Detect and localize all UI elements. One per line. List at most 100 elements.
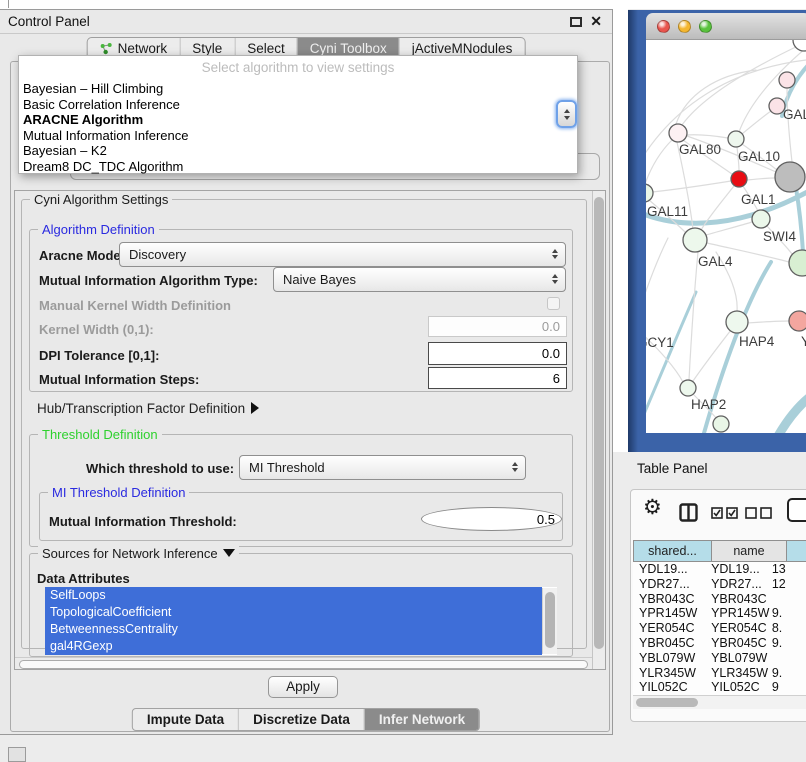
column-header-shared[interactable]: shared...: [633, 540, 712, 562]
algorithm-option-list: Bayesian – Hill ClimbingBasic Correlatio…: [19, 81, 577, 175]
column-header-name[interactable]: name: [712, 540, 787, 562]
apply-button[interactable]: Apply: [268, 676, 338, 698]
mi-steps-field[interactable]: [428, 367, 567, 389]
table-row[interactable]: YBR043CYBR043C: [633, 592, 806, 607]
table-row[interactable]: YER054CYER054C8.: [633, 621, 806, 636]
network-node-gal1[interactable]: [731, 171, 747, 187]
network-node[interactable]: [779, 72, 795, 88]
table-cell: YDR27...: [633, 577, 703, 592]
manual-kernel-label: Manual Kernel Width Definition: [39, 298, 231, 313]
algorithm-option-mutual-information-inference[interactable]: Mutual Information Inference: [19, 128, 577, 144]
table-row[interactable]: YDR27...YDR27...12: [633, 577, 806, 592]
table-row[interactable]: YLR345WYLR345W9.: [633, 666, 806, 681]
mi-type-select[interactable]: Naive Bayes: [273, 267, 566, 292]
close-traffic-light[interactable]: [657, 20, 670, 33]
which-threshold-select[interactable]: MI Threshold: [239, 455, 526, 480]
algorithm-dropdown-popup: Select algorithm to view settings Bayesi…: [18, 55, 578, 174]
hub-definition-toggle[interactable]: Hub/Transcription Factor Definition: [37, 401, 259, 416]
table-cell: YDR27...: [703, 577, 770, 592]
aracne-mode-select[interactable]: Discovery: [119, 242, 566, 267]
settings-vertical-scrollbar-thumb[interactable]: [594, 197, 604, 649]
table-row[interactable]: YBL079WYBL079W: [633, 651, 806, 666]
network-node-gal80[interactable]: [669, 124, 687, 142]
network-window-titlebar[interactable]: [646, 13, 806, 40]
minimize-traffic-light[interactable]: [678, 20, 691, 33]
network-node-swi4[interactable]: [752, 210, 770, 228]
table-cell: 9.: [770, 666, 806, 681]
network-node-hap2[interactable]: [680, 380, 696, 396]
network-node[interactable]: [775, 162, 805, 192]
attributes-scrollbar[interactable]: [542, 588, 557, 654]
spinner-down-icon: [564, 116, 570, 120]
which-threshold-label: Which threshold to use:: [86, 461, 234, 476]
network-node-gal4[interactable]: [683, 228, 707, 252]
network-canvas[interactable]: GAL7GAL80GAL10GAL1GAL11SWI4GAL4GCY1HAP4Y…: [646, 40, 806, 433]
table-cell: YBR045C: [633, 636, 703, 651]
unchecked-boxes-icon[interactable]: [745, 507, 773, 522]
algorithm-option-dream8-dc-tdc-algorithm[interactable]: Dream8 DC_TDC Algorithm: [19, 159, 577, 175]
table-row[interactable]: YBR045CYBR045C9.: [633, 636, 806, 651]
attribute-item-topologicalcoefficient[interactable]: TopologicalCoefficient: [45, 604, 542, 621]
settings-scroll-viewport: Cyni Algorithm Settings Algorithm Defini…: [14, 190, 606, 670]
table-horizontal-scrollbar-thumb[interactable]: [636, 698, 698, 707]
network-node-gal11[interactable]: [646, 184, 653, 202]
dpi-tolerance-field[interactable]: [428, 342, 567, 365]
checked-boxes-icon[interactable]: [711, 507, 739, 522]
close-icon[interactable]: ✕: [590, 13, 602, 30]
algorithm-option-aracne-algorithm[interactable]: ARACNE Algorithm: [19, 112, 577, 128]
network-node-hap4[interactable]: [726, 311, 748, 333]
tab-discretize-data[interactable]: Discretize Data: [238, 709, 364, 730]
tab-impute-data[interactable]: Impute Data: [133, 709, 238, 730]
dpi-tolerance-label: DPI Tolerance [0,1]:: [39, 348, 159, 363]
attributes-scrollbar-thumb[interactable]: [545, 592, 555, 648]
network-edge-highlighted[interactable]: [778, 390, 806, 433]
zoom-traffic-light[interactable]: [699, 20, 712, 33]
network-edge[interactable]: [742, 111, 771, 134]
table-cell: [770, 592, 806, 607]
tab-label: jActiveMNodules: [412, 41, 513, 56]
tab-infer-network[interactable]: Infer Network: [364, 709, 479, 730]
kernel-width-label: Kernel Width (0,1):: [39, 322, 154, 337]
gear-icon[interactable]: ⚙: [643, 497, 662, 519]
table-cell: YBL079W: [633, 651, 703, 666]
mi-threshold-field[interactable]: [421, 507, 562, 531]
combo-arrows-icon: [552, 274, 558, 284]
corner-restore-button[interactable]: [8, 747, 26, 762]
network-node-gal10[interactable]: [728, 131, 744, 147]
kernel-width-field[interactable]: [428, 316, 567, 337]
attribute-item-betweennesscentrality[interactable]: BetweennessCentrality: [45, 621, 542, 638]
table-row[interactable]: YPR145WYPR145W9.: [633, 606, 806, 621]
network-edge[interactable]: [652, 181, 731, 192]
mi-steps-label: Mutual Information Steps:: [39, 372, 199, 387]
network-node-label: GAL10: [738, 149, 780, 164]
network-edge[interactable]: [676, 70, 756, 124]
network-edge[interactable]: [747, 178, 775, 180]
algorithm-option-bayesian-k2[interactable]: Bayesian – K2: [19, 143, 577, 159]
network-edge[interactable]: [747, 321, 789, 323]
attribute-item-gal4rgexp[interactable]: gal4RGexp: [45, 638, 542, 655]
sources-group-title[interactable]: Sources for Network Inference: [38, 546, 239, 561]
algorithm-option-basic-correlation-inference[interactable]: Basic Correlation Inference: [19, 97, 577, 113]
network-node-y[interactable]: [789, 311, 806, 331]
network-edge[interactable]: [693, 330, 731, 381]
document-icon[interactable]: [787, 498, 806, 522]
bottom-tab-strip: Impute DataDiscretize DataInfer Network: [132, 708, 480, 731]
float-window-icon[interactable]: [570, 17, 582, 27]
network-edge-highlighted[interactable]: [646, 292, 696, 433]
table-horizontal-scrollbar[interactable]: [633, 695, 806, 709]
column-header-hidden[interactable]: [787, 540, 806, 562]
network-edge[interactable]: [689, 252, 698, 380]
network-node[interactable]: [793, 40, 806, 51]
settings-horizontal-scrollbar-thumb[interactable]: [19, 660, 588, 669]
algorithm-option-bayesian-hill-climbing[interactable]: Bayesian – Hill Climbing: [19, 81, 577, 97]
combo-spinner-button[interactable]: [556, 100, 577, 128]
attribute-item-selfloops[interactable]: SelfLoops: [45, 587, 542, 604]
manual-kernel-checkbox[interactable]: [547, 297, 560, 310]
network-edge[interactable]: [787, 88, 792, 162]
columns-icon[interactable]: [679, 503, 698, 525]
mi-threshold-label: Mutual Information Threshold:: [49, 514, 237, 529]
table-row[interactable]: YIL052CYIL052C9: [633, 680, 806, 695]
table-row[interactable]: YDL19...YDL19...13: [633, 562, 806, 577]
network-edge[interactable]: [646, 238, 668, 314]
network-node[interactable]: [713, 416, 729, 432]
